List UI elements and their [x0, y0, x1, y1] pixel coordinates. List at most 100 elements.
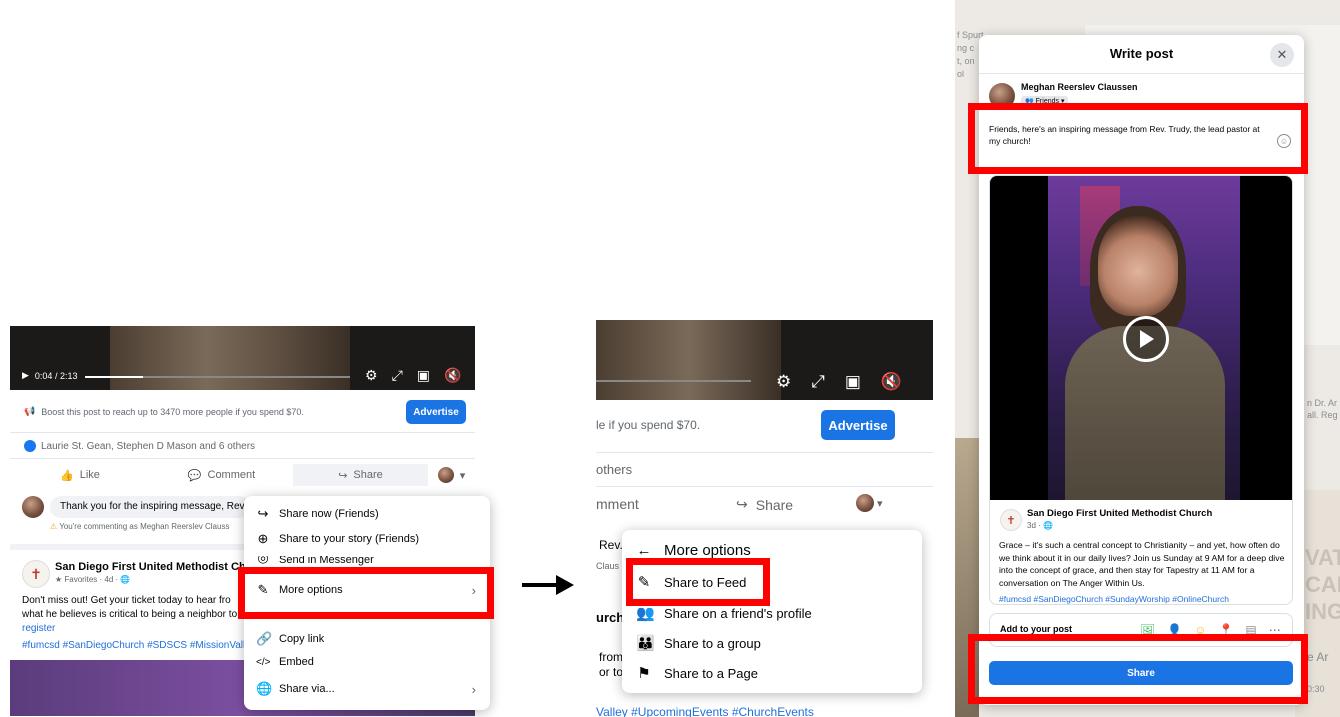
- menu-item-copy-link[interactable]: 🔗 Copy link: [244, 631, 490, 647]
- share-button[interactable]: ↪ Share: [736, 496, 793, 513]
- shared-video[interactable]: [990, 176, 1292, 500]
- reactions-text[interactable]: Laurie St. Gean, Stephen D Mason and 6 o…: [41, 441, 255, 452]
- plus-circle-icon: ⊕: [257, 531, 269, 546]
- globe-icon: 🌐: [256, 681, 273, 696]
- bg-text: CAL: [1305, 572, 1340, 597]
- share-arrow-icon: ↪: [338, 469, 348, 482]
- advertise-button[interactable]: Advertise: [406, 400, 466, 424]
- post-hashtags: #fumcsd #SanDiegoChurch #SundayWorship #…: [999, 594, 1229, 604]
- video-time: 0:04 / 2:13: [34, 370, 78, 381]
- group-icon: 👪: [636, 635, 655, 652]
- fullscreen-icon[interactable]: ⤢: [392, 367, 403, 384]
- menu-header-label: More options: [664, 542, 751, 559]
- bg-text: VAT: [1305, 545, 1340, 570]
- post-text: Don't miss out! Get your ticket today to…: [22, 594, 252, 636]
- bg-text: t, on: [957, 56, 975, 66]
- like-reaction-icon: [24, 440, 36, 452]
- comment-button[interactable]: mment: [596, 496, 639, 512]
- menu-item-share-to-group[interactable]: 👪 Share to a group: [622, 634, 922, 652]
- bg-text: all. Reg: [1307, 410, 1338, 420]
- caret-down-icon: ▾: [877, 497, 883, 510]
- bg-text: ol: [957, 69, 965, 79]
- close-icon[interactable]: ✕: [1270, 43, 1294, 67]
- pip-icon[interactable]: ▣: [417, 367, 430, 384]
- play-icon[interactable]: ▶: [22, 370, 29, 381]
- comment-input[interactable]: Rev.: [599, 538, 623, 552]
- highlight-share-button: [968, 634, 1308, 704]
- comment-label: Comment: [207, 469, 256, 481]
- highlight-message: [968, 103, 1308, 174]
- menu-item-embed[interactable]: </> Embed: [244, 656, 490, 668]
- add-to-post-label: Add to your post: [1000, 624, 1072, 634]
- video-frame: [110, 326, 350, 390]
- settings-icon[interactable]: ⚙: [776, 372, 791, 392]
- post-hashtags[interactable]: Valley #UpcomingEvents #ChurchEvents: [596, 705, 814, 717]
- highlight-share-to-feed: [626, 558, 770, 606]
- post-text-line: Don't miss out! Get your ticket today to…: [22, 595, 231, 606]
- register-link[interactable]: register: [22, 622, 252, 636]
- comment-button[interactable]: 💬 Comment: [150, 464, 293, 486]
- code-icon: </>: [256, 656, 271, 668]
- post-meta: 3d · 🌐: [1027, 521, 1053, 530]
- play-icon[interactable]: [1123, 316, 1169, 362]
- share-arrow-icon: ↪: [257, 506, 269, 521]
- menu-item-label: Share on a friend's profile: [664, 605, 812, 621]
- bg-text: ING: [1305, 599, 1340, 624]
- caret-down-icon: ▾: [459, 469, 466, 482]
- video-progress-bar[interactable]: [85, 376, 350, 378]
- video-player[interactable]: ▶ 0:04 / 2:13 ⚙ ⤢ ▣ 🔇: [10, 326, 475, 390]
- comment-bubble-icon: 💬: [187, 469, 202, 482]
- divider: [596, 452, 933, 453]
- menu-item-label: Send in Messenger: [279, 556, 374, 566]
- menu-item-share-friend-profile[interactable]: 👥 Share on a friend's profile: [622, 604, 922, 622]
- post-text-line: or to: [599, 665, 624, 679]
- share-as-selector[interactable]: ▾: [428, 464, 475, 486]
- video-player[interactable]: ⚙ ⤢ ▣ 🔇: [596, 320, 933, 400]
- menu-item-label: Share to your story (Friends): [279, 533, 419, 545]
- thumbs-up-icon: 👍: [60, 469, 74, 482]
- menu-item-share-story[interactable]: ⊕ Share to your story (Friends): [244, 531, 490, 547]
- menu-item-share-now[interactable]: ↪ Share now (Friends): [244, 506, 490, 522]
- mute-icon[interactable]: 🔇: [444, 367, 461, 384]
- menu-back-header[interactable]: ← More options: [622, 542, 922, 559]
- menu-item-send-messenger[interactable]: ◎ Send in Messenger: [244, 556, 490, 566]
- pip-icon[interactable]: ▣: [845, 372, 861, 392]
- bg-text: n Dr. Ar: [1307, 398, 1338, 408]
- reactions-text[interactable]: others: [596, 462, 632, 477]
- menu-item-share-to-page[interactable]: ⚑ Share to a Page: [622, 664, 922, 682]
- chevron-right-icon: ›: [471, 681, 476, 697]
- divider: [979, 73, 1304, 74]
- bg-text: e Ar: [1307, 650, 1329, 664]
- page-name[interactable]: urch: [596, 610, 624, 625]
- video-progress-bar[interactable]: [596, 380, 751, 382]
- share-as-selector[interactable]: ▾: [856, 494, 883, 512]
- comment-input[interactable]: Thank you for the inspiring message, Rev…: [50, 496, 250, 518]
- fullscreen-icon[interactable]: ⤢: [811, 372, 825, 392]
- shared-post-card: ✝ San Diego First United Methodist Churc…: [989, 175, 1293, 605]
- share-arrow-icon: ↪: [736, 496, 748, 512]
- avatar: [856, 494, 874, 512]
- post-text: from or to: [599, 650, 623, 680]
- commenting-as-text: Claus: [596, 561, 620, 571]
- menu-item-label: Copy link: [279, 633, 325, 645]
- advertise-button[interactable]: Advertise: [821, 410, 895, 440]
- post-text-line: from: [599, 650, 623, 664]
- church-logo-icon: ✝: [1000, 509, 1022, 531]
- settings-icon[interactable]: ⚙: [365, 367, 378, 384]
- mute-icon[interactable]: 🔇: [881, 372, 902, 392]
- menu-item-share-via[interactable]: 🌐 Share via... ›: [244, 681, 490, 697]
- megaphone-icon: 📢: [24, 406, 36, 416]
- boost-text: Boost this post to reach up to 3470 more…: [41, 406, 304, 417]
- commenter-avatar: [22, 496, 44, 518]
- video-subject: [1098, 216, 1178, 316]
- highlight-more-options: [238, 567, 494, 619]
- post-hashtags[interactable]: #fumcsd #SanDiegoChurch #SDSCS #MissionV…: [22, 640, 251, 651]
- share-button[interactable]: ↪ Share: [293, 464, 428, 486]
- post-text-line: what he believes is critical to being a …: [22, 609, 238, 620]
- bg-text: 0:30: [1307, 684, 1325, 694]
- like-button[interactable]: 👍 Like: [10, 464, 150, 486]
- share-label: Share: [755, 496, 794, 513]
- link-icon: 🔗: [256, 631, 273, 646]
- church-logo-icon[interactable]: ✝: [22, 560, 50, 588]
- bg-text: ng c: [957, 43, 975, 53]
